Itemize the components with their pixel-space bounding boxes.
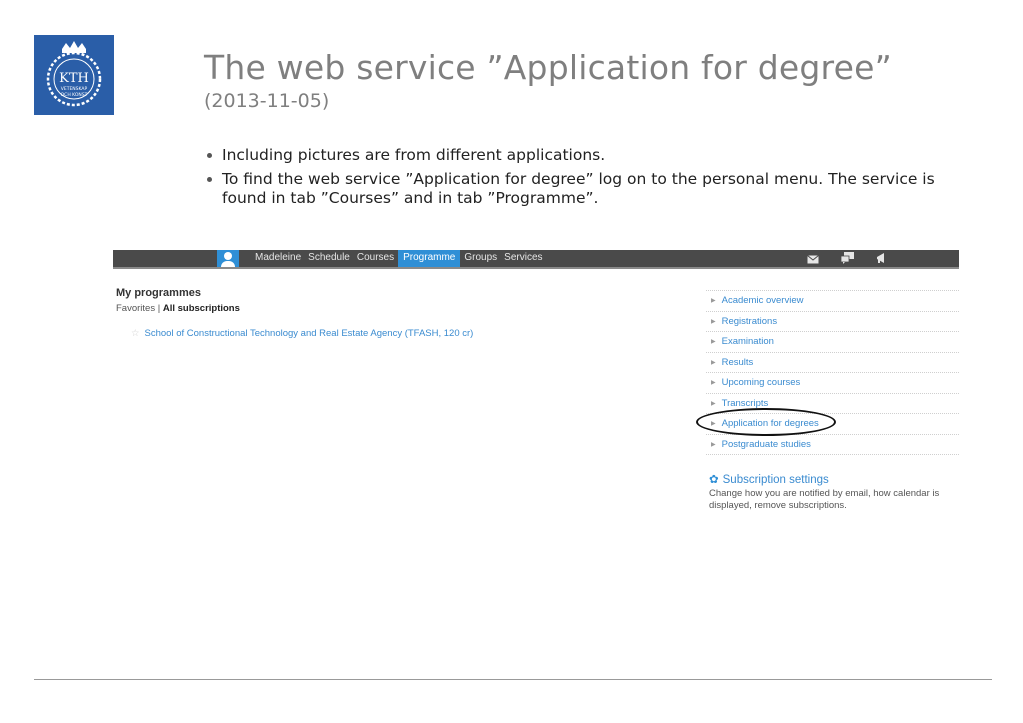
nav-madeleine[interactable]: Madeleine bbox=[252, 250, 304, 267]
triangle-right-icon: ▶ bbox=[711, 359, 716, 366]
sidemenu-registrations[interactable]: ▶ Registrations bbox=[706, 310, 959, 332]
subscription-description: Change how you are notified by email, ho… bbox=[709, 488, 940, 511]
slide-title: The web service ”Application for degree” bbox=[204, 48, 892, 87]
sidemenu-examination[interactable]: ▶ Examination bbox=[706, 331, 959, 352]
mail-icon[interactable] bbox=[807, 249, 819, 268]
nav-groups[interactable]: Groups bbox=[461, 250, 500, 267]
bullet-item: Including pictures are from different ap… bbox=[206, 146, 946, 165]
main-nav: Madeleine Schedule Courses Programme Gro… bbox=[252, 250, 547, 267]
triangle-right-icon: ▶ bbox=[711, 339, 716, 345]
sidemenu-upcoming-courses[interactable]: ▶ Upcoming courses bbox=[706, 372, 959, 393]
nav-courses[interactable]: Courses bbox=[354, 250, 397, 267]
triangle-right-icon: ▶ bbox=[711, 400, 716, 407]
triangle-right-icon: ▶ bbox=[711, 441, 716, 448]
megaphone-icon[interactable] bbox=[876, 249, 889, 268]
logo-text: KTH bbox=[59, 71, 89, 86]
nav-schedule[interactable]: Schedule bbox=[305, 250, 353, 267]
sidemenu-academic-overview[interactable]: ▶ Academic overview bbox=[706, 290, 959, 311]
logo-sub2: OCH KONST bbox=[61, 92, 88, 98]
nav-services[interactable]: Services bbox=[501, 250, 545, 267]
subscription-filter: Favorites | All subscriptions bbox=[116, 303, 240, 314]
top-navigation-bar: Madeleine Schedule Courses Programme Gro… bbox=[113, 250, 959, 269]
personal-menu-screenshot: Madeleine Schedule Courses Programme Gro… bbox=[113, 250, 959, 520]
my-programmes-heading: My programmes bbox=[116, 287, 201, 299]
logo-sub1: VETENSKAP bbox=[61, 86, 88, 92]
footer-divider bbox=[34, 679, 992, 680]
gear-icon: ✿ bbox=[709, 474, 719, 486]
filter-favorites[interactable]: Favorites bbox=[116, 303, 155, 314]
filter-separator: | bbox=[157, 303, 161, 314]
highlight-ellipse bbox=[696, 408, 836, 436]
sidemenu-postgraduate-studies[interactable]: ▶ Postgraduate studies bbox=[706, 433, 959, 455]
star-icon[interactable]: ☆ bbox=[131, 328, 140, 339]
triangle-right-icon: ▶ bbox=[711, 298, 716, 304]
sidemenu-results[interactable]: ▶ Results bbox=[706, 351, 959, 373]
chat-icon[interactable] bbox=[840, 249, 854, 268]
triangle-right-icon: ▶ bbox=[711, 318, 716, 325]
programme-link[interactable]: School of Constructional Technology and … bbox=[145, 328, 474, 339]
filter-all-subscriptions[interactable]: All subscriptions bbox=[163, 303, 240, 314]
nav-programme[interactable]: Programme bbox=[398, 250, 461, 267]
bullet-item: To find the web service ”Application for… bbox=[206, 170, 946, 208]
subscription-settings-link[interactable]: ✿ Subscription settings bbox=[709, 472, 829, 486]
bullet-list: Including pictures are from different ap… bbox=[206, 146, 946, 213]
triangle-right-icon: ▶ bbox=[711, 380, 716, 386]
slide-date: (2013-11-05) bbox=[204, 90, 330, 112]
kth-logo: KTH VETENSKAP OCH KONST bbox=[34, 35, 114, 115]
avatar-icon[interactable] bbox=[217, 250, 239, 267]
programme-item: ☆ School of Constructional Technology and… bbox=[131, 328, 473, 339]
